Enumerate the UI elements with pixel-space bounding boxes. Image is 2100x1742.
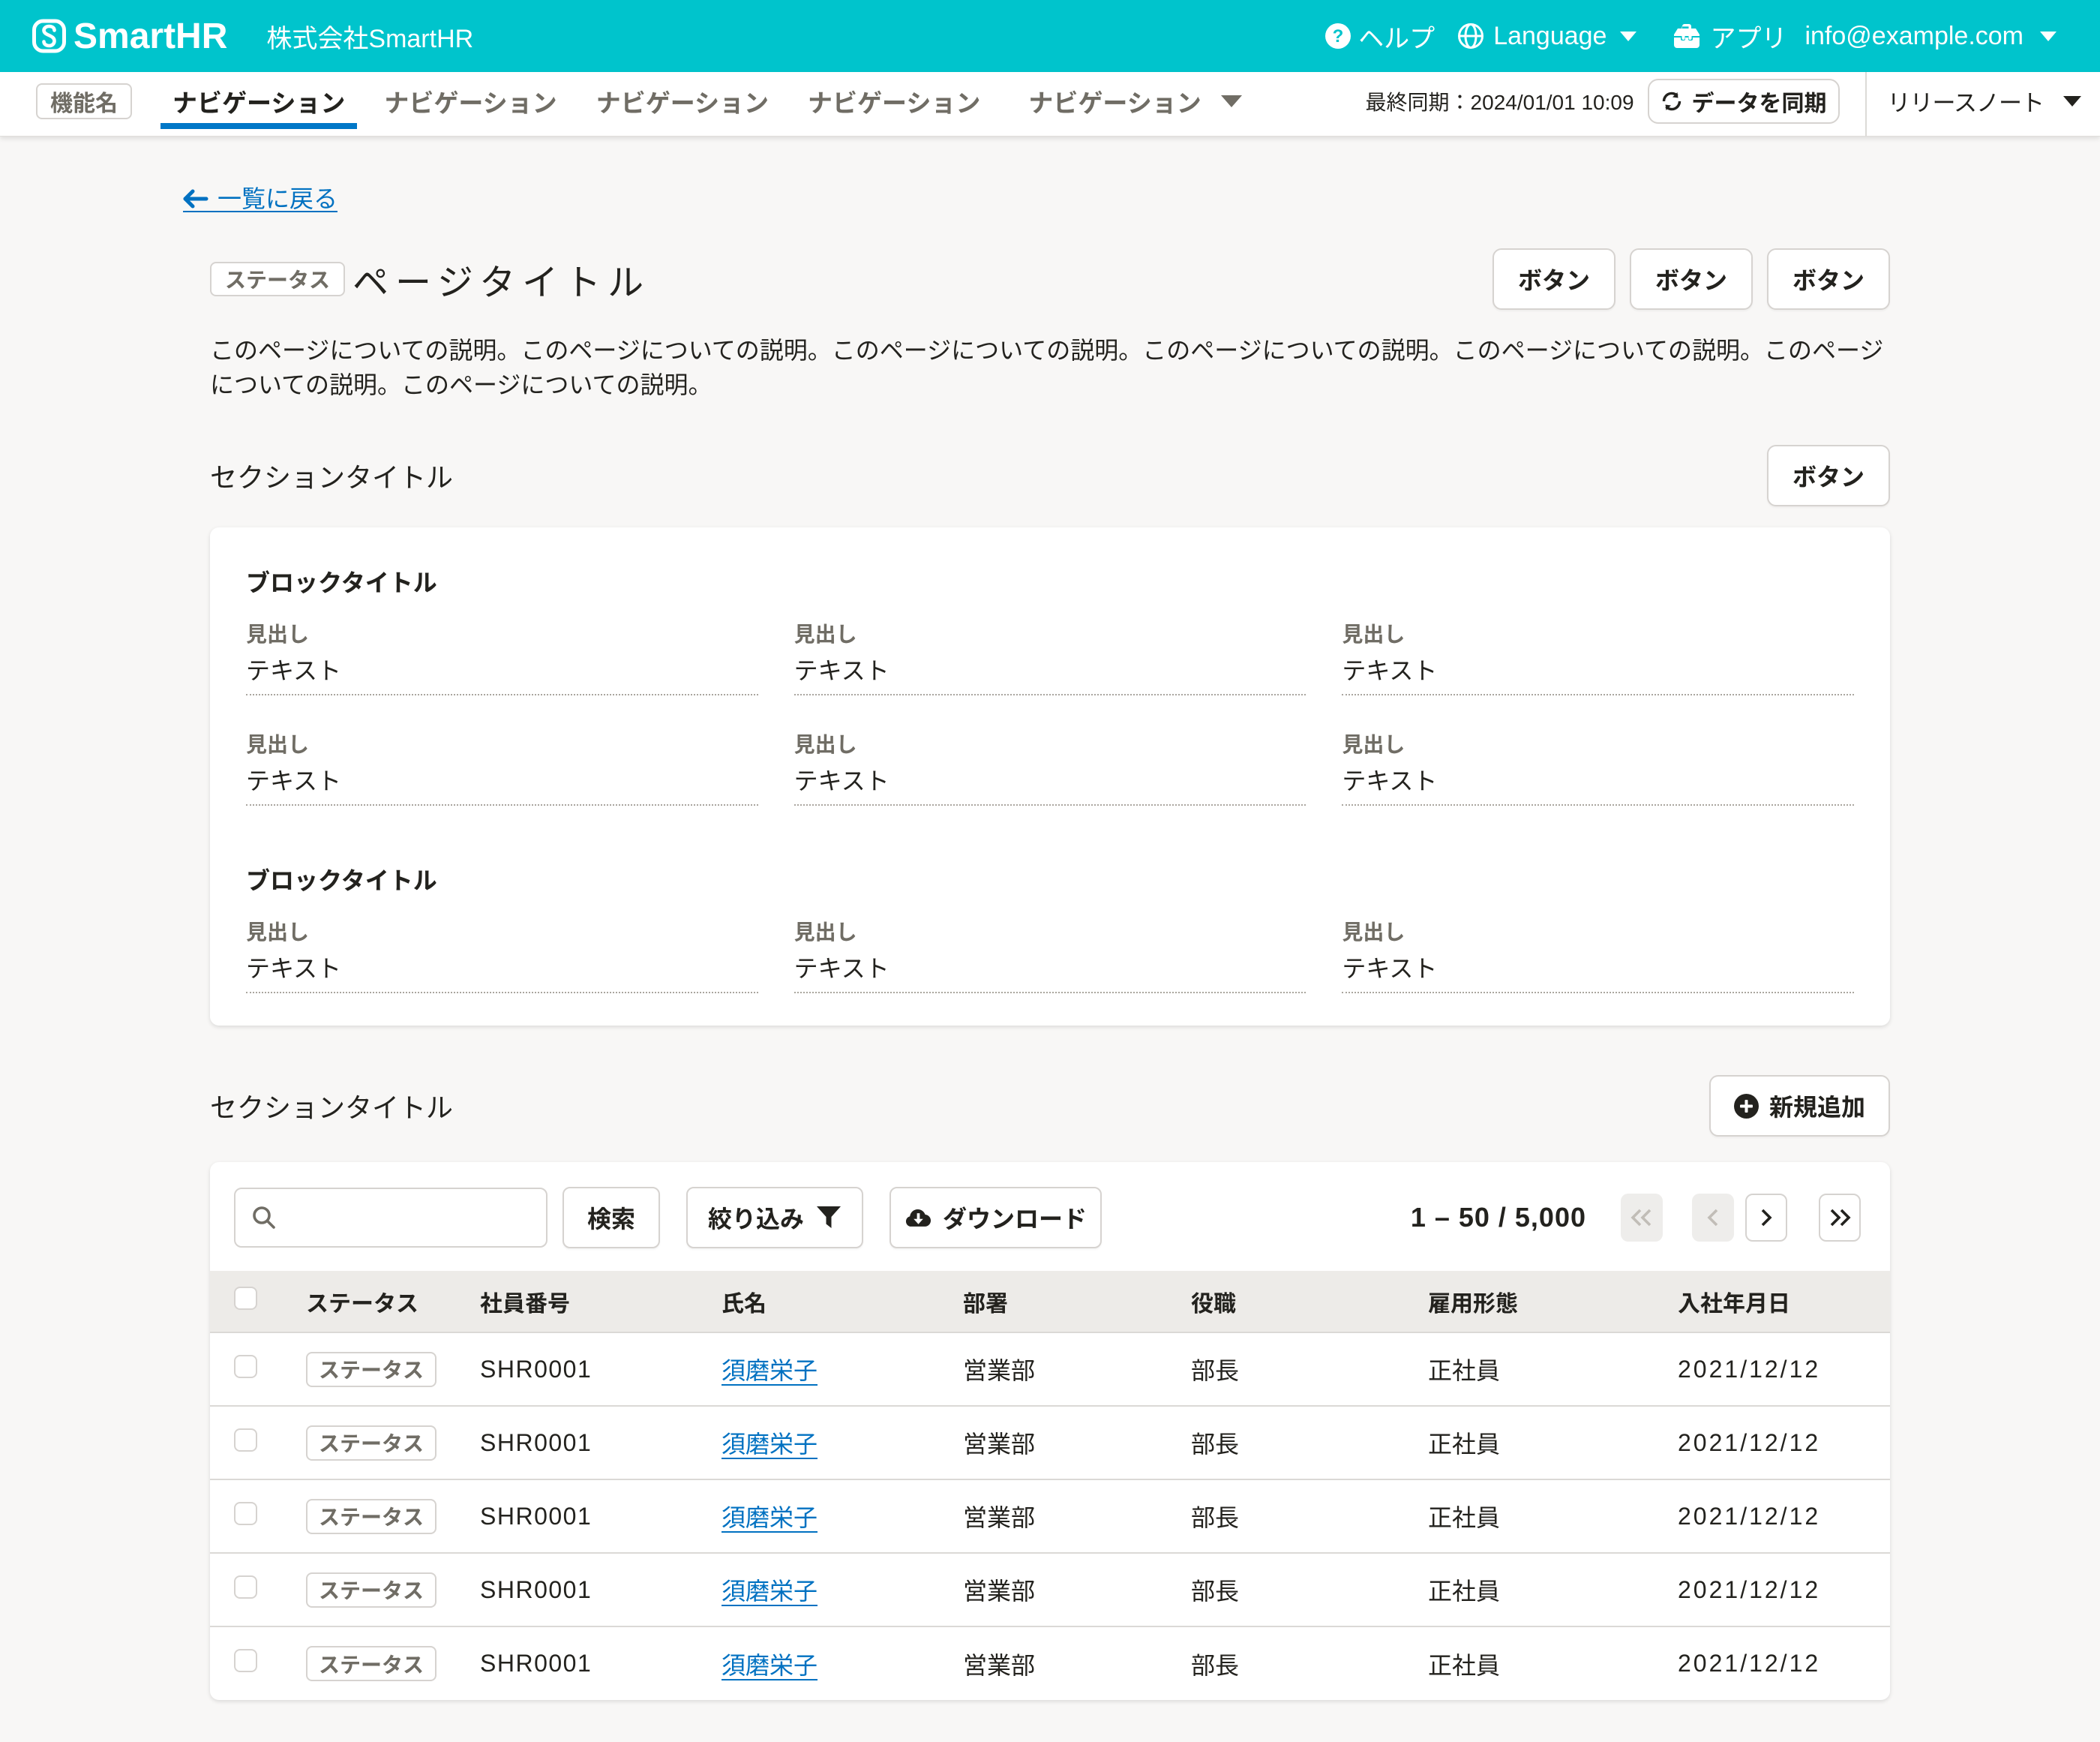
- svg-text:?: ?: [1333, 26, 1344, 47]
